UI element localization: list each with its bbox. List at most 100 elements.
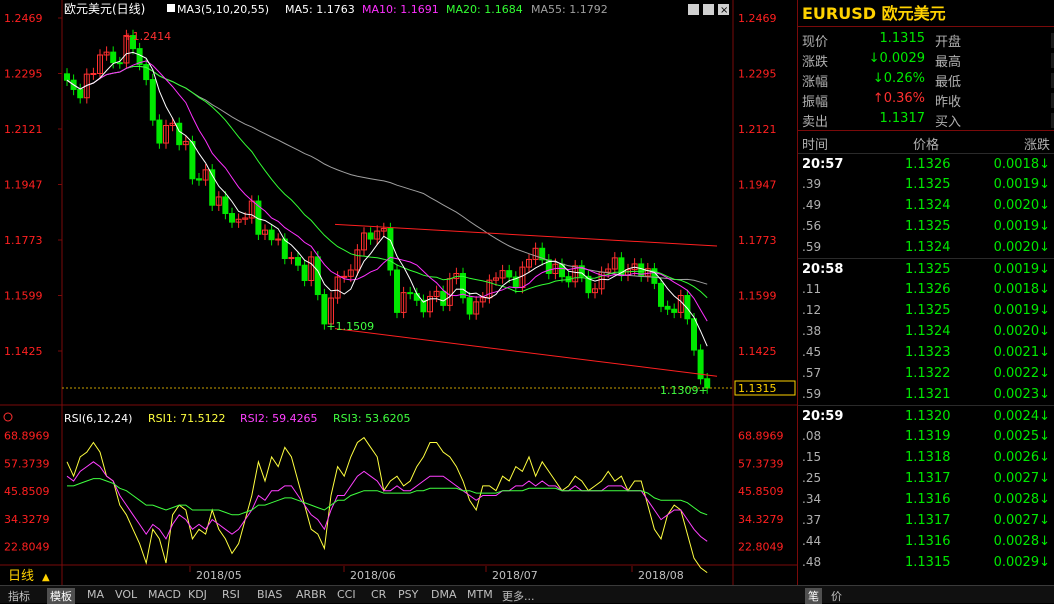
quote-label: 最低 (935, 75, 962, 90)
ticks-header: 时间 价格 涨跌 (798, 131, 1054, 153)
tick-time: .39 (802, 177, 822, 191)
tick-price: 1.1324 (905, 240, 951, 255)
indicator-tab[interactable]: VOL (115, 588, 137, 601)
tick-row: .12 1.1325 0.0019↓ (798, 300, 1054, 321)
tick-change: 0.0019↓ (993, 303, 1050, 318)
indicator-tab[interactable]: MA (87, 588, 104, 601)
tick-change: 0.0024↓ (993, 409, 1050, 424)
tick-change: 0.0025↓ (993, 429, 1050, 444)
tick-time: .49 (802, 198, 822, 212)
candle-body (466, 297, 473, 315)
candle-body (671, 308, 678, 313)
tick-change: 0.0023↓ (993, 387, 1050, 402)
tick-price: 1.1315 (905, 555, 951, 570)
indicator-tab[interactable]: PSY (398, 588, 418, 601)
ma10-value: MA10: 1.1691 (362, 3, 439, 16)
tick-price: 1.1326 (905, 157, 951, 172)
indicator-tab[interactable]: BIAS (257, 588, 282, 601)
tick-row: .08 1.1319 0.0025↓ (798, 426, 1054, 447)
tick-change: 0.0028↓ (993, 492, 1050, 507)
tick-change: 0.0022↓ (993, 366, 1050, 381)
tick-change: 0.0021↓ (993, 345, 1050, 360)
candle-body (176, 122, 183, 146)
indicator-tab[interactable]: RSI (222, 588, 240, 601)
tick-time: .37 (802, 513, 822, 527)
tick-time: .48 (802, 555, 822, 569)
indicator-tab[interactable]: 更多... (502, 588, 535, 604)
rsi-tick-right: 45.8509 (738, 485, 784, 498)
price-tick-right: 1.1599 (738, 290, 777, 303)
indicator-tab[interactable]: 指标 (8, 588, 30, 604)
mid-low-annotation: +1.1509 (326, 320, 374, 333)
window-controls[interactable]: × (688, 4, 729, 16)
price-tick-right: 1.2469 (738, 12, 777, 25)
price-tick-left: 1.1425 (4, 345, 43, 358)
ma20-value: MA20: 1.1684 (446, 3, 523, 16)
ticks-time-header: 时间 (802, 138, 829, 153)
period-label[interactable]: 日线 (8, 569, 34, 584)
indicator-tab[interactable]: CCI (337, 588, 356, 601)
current-price-tag: 1.1315 (738, 382, 777, 395)
sidebar-tab[interactable]: 价 (831, 588, 842, 604)
tick-price: 1.1325 (905, 177, 951, 192)
tick-price: 1.1319 (905, 429, 951, 444)
tick-time: .44 (802, 534, 822, 548)
tick-price: 1.1322 (905, 366, 951, 381)
candle-body (341, 275, 348, 278)
tick-price: 1.1318 (905, 450, 951, 465)
rsi-tick-left: 34.3279 (4, 513, 50, 526)
tick-price: 1.1325 (905, 303, 951, 318)
month-tick: 2018/05 (196, 569, 242, 582)
indicator-tab[interactable]: DMA (431, 588, 457, 601)
indicator-tab[interactable]: 模板 (47, 588, 75, 604)
quote-label: 涨幅 (802, 75, 829, 90)
month-tick: 2018/08 (638, 569, 684, 582)
candle-body (268, 229, 275, 241)
tick-price: 1.1320 (905, 409, 951, 424)
ma-label: MA3(5,10,20,55) (177, 3, 269, 16)
tick-row: 20:57 1.1326 0.0018↓ (798, 153, 1054, 174)
indicator-tab[interactable]: MTM (467, 588, 493, 601)
tick-time: .08 (802, 429, 822, 443)
quote-value: ↑0.36% (872, 91, 925, 106)
maximize-icon[interactable] (703, 4, 714, 15)
tick-price: 1.1326 (905, 282, 951, 297)
candle-body (90, 73, 97, 75)
quote-label: 开盘 (935, 35, 962, 50)
tick-change: 0.0018↓ (993, 157, 1050, 172)
tick-row: 20:59 1.1320 0.0024↓ (798, 405, 1054, 426)
tick-time: 20:58 (802, 262, 844, 277)
indicator-tab[interactable]: ARBR (296, 588, 326, 601)
tick-time: .45 (802, 345, 822, 359)
price-tick-right: 1.1425 (738, 345, 777, 358)
indicator-tab[interactable]: MACD (148, 588, 181, 601)
quote-value: 1.1317 (879, 111, 926, 126)
price-tick-left: 1.1773 (4, 234, 43, 247)
candle-body (658, 282, 664, 307)
candle-body (222, 196, 229, 215)
candle-body (295, 257, 301, 266)
tick-time: .15 (802, 450, 822, 464)
tick-change: 0.0020↓ (993, 198, 1050, 213)
tick-row: .49 1.1324 0.0020↓ (798, 195, 1054, 216)
rsi-tick-left: 68.8969 (4, 429, 50, 442)
quote-grid: 现价1.1315开盘1.1344涨跌↓0.0029最高1.1350涨幅↓0.26… (798, 27, 1054, 131)
candle-body (440, 290, 447, 306)
rsi-tick-left: 45.8509 (4, 485, 50, 498)
quote-label: 卖出 (802, 115, 829, 130)
tick-row: 20:58 1.1325 0.0019↓ (798, 258, 1054, 279)
candle-body (288, 257, 295, 260)
tick-row: .34 1.1316 0.0028↓ (798, 489, 1054, 510)
rsi-tick-right: 22.8049 (738, 541, 784, 554)
period-dropdown-icon[interactable]: ▲ (42, 572, 50, 583)
tick-change: 0.0028↓ (993, 534, 1050, 549)
high-annotation: +1.2414 (123, 30, 171, 43)
candle-body (189, 140, 196, 180)
restore-icon[interactable] (688, 4, 699, 15)
kline-chart[interactable]: 欧元美元(日线) MA3(5,10,20,55) MA5: 1.1763 MA1… (0, 0, 797, 585)
tick-change: 0.0018↓ (993, 282, 1050, 297)
indicator-tab[interactable]: CR (371, 588, 386, 601)
sidebar-tab[interactable]: 笔 (805, 588, 822, 604)
rsi-tick-right: 68.8969 (738, 429, 784, 442)
indicator-tab[interactable]: KDJ (188, 588, 207, 601)
